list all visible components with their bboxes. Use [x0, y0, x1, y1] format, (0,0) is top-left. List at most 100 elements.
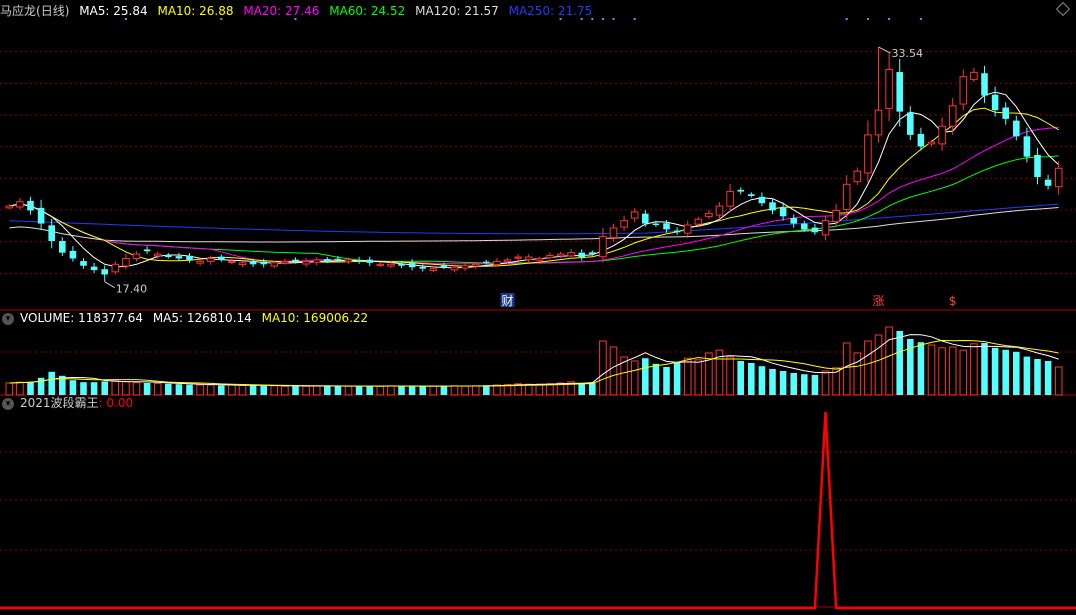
candle-body	[344, 259, 353, 263]
candle-body	[366, 259, 373, 263]
indicator-name: 2021波段霸王	[20, 396, 99, 410]
candle-body	[737, 189, 744, 192]
candle-body	[1002, 107, 1009, 119]
candle-body	[748, 194, 755, 196]
volume-bar	[324, 386, 331, 395]
candle-body	[652, 223, 660, 226]
candle-body	[726, 191, 734, 207]
candle-body	[620, 220, 628, 228]
volume-bar	[165, 383, 172, 395]
volume-bar	[630, 360, 639, 396]
volume-bar	[864, 340, 872, 396]
volume-bar	[811, 375, 819, 395]
volume-bar	[132, 382, 141, 396]
volume-bar	[302, 385, 310, 396]
volume-bar	[281, 385, 289, 396]
indicator-menu-icon[interactable]: ▾	[2, 397, 14, 410]
candle-body	[101, 269, 108, 275]
volume-bar	[769, 369, 776, 395]
volume-bar	[48, 371, 55, 395]
high-price-label: 33.54	[892, 47, 924, 60]
volume-bar	[334, 386, 342, 395]
volume-bar	[970, 343, 978, 396]
candle-body	[832, 209, 840, 223]
indicator-line	[0, 411, 1076, 610]
candle-body	[642, 213, 649, 224]
volume-bar	[683, 357, 692, 396]
low-pointer	[104, 281, 115, 289]
volume-bar	[609, 346, 618, 396]
candle-body	[1054, 167, 1063, 188]
candle-body	[801, 223, 808, 230]
volume-bar	[238, 384, 247, 396]
candle-body	[821, 220, 830, 236]
volume-bar	[122, 381, 130, 396]
signal-dot	[601, 18, 604, 20]
volume-panel-header: ▾ VOLUME: 118377.64 MA5: 126810.14 MA10: …	[0, 310, 374, 326]
volume-bar	[948, 346, 957, 396]
candle-body	[917, 134, 925, 147]
candle-body	[196, 260, 204, 264]
candle-body	[885, 68, 893, 109]
candle-body	[153, 253, 162, 257]
volume-bar	[376, 385, 385, 396]
candle-body	[546, 255, 554, 259]
volume-bar	[694, 359, 703, 396]
candle-body	[896, 72, 903, 112]
candle-body	[312, 259, 321, 263]
volume-bar	[228, 384, 236, 396]
volume-bar	[790, 373, 797, 395]
volume-bar	[801, 374, 808, 395]
event-marker-zhang: 涨	[872, 293, 884, 308]
candle-body	[281, 260, 289, 264]
volume-bar	[218, 385, 225, 395]
volume-bar	[206, 384, 215, 396]
signal-dot	[888, 18, 891, 20]
candle-body	[376, 263, 385, 266]
candle-body	[132, 253, 141, 259]
ma5-label: MA5: 25.84	[79, 4, 148, 18]
candle-body	[609, 227, 618, 239]
volume-menu-icon[interactable]: ▾	[2, 312, 14, 325]
price-panel-header: 马应龙(日线) MA5: 25.84 MA10: 26.88 MA20: 27.…	[0, 3, 598, 19]
candle-body	[790, 218, 797, 224]
volume-bar	[917, 342, 925, 395]
volume-bar	[578, 383, 585, 395]
signal-dot	[612, 18, 615, 20]
volume-bar	[1023, 356, 1031, 395]
event-marker-cai: 财	[501, 294, 513, 308]
candle-body	[567, 252, 575, 257]
candle-body	[524, 256, 533, 261]
candle-body	[334, 258, 342, 260]
candle-body	[292, 259, 299, 262]
volume-bar	[599, 340, 607, 396]
volume-bar	[546, 383, 554, 396]
candle-body	[419, 266, 426, 269]
candle-body	[324, 259, 331, 262]
candle-body	[535, 257, 544, 261]
volume-bar	[663, 367, 670, 395]
candle-body	[122, 257, 130, 267]
candle-body	[270, 262, 279, 267]
volume-bar	[153, 382, 162, 396]
volume-bar	[726, 356, 734, 396]
volume-bar	[408, 386, 416, 395]
signal-dot	[866, 18, 869, 20]
volume-label: VOLUME: 118377.64	[20, 311, 143, 325]
volume-bar	[101, 381, 108, 395]
candle-body	[981, 73, 988, 96]
ma120-line	[9, 207, 1059, 243]
candle-body	[471, 263, 480, 267]
volume-bar	[270, 385, 279, 396]
volume-bar	[111, 380, 120, 396]
volume-bar	[1034, 359, 1041, 395]
candle-body	[398, 263, 405, 266]
volume-bar	[90, 382, 98, 395]
candle-body	[440, 265, 448, 268]
volume-bar	[1044, 361, 1052, 395]
candle-body	[37, 207, 45, 224]
volume-bar	[461, 385, 469, 396]
volume-bar	[981, 343, 988, 395]
indicator-value: : 0.00	[98, 396, 134, 410]
candle-body	[630, 211, 639, 219]
